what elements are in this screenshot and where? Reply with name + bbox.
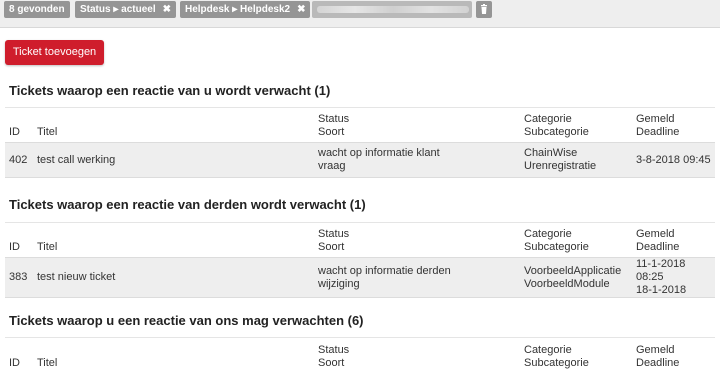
ticket-status-kind: wacht op informatie klant vraag xyxy=(318,147,440,172)
status-filter-label: Status ▸ actueel xyxy=(80,4,156,15)
tickets-table-awaiting-you: ID Titel Status Soort Categorie Subcategor… xyxy=(5,107,715,178)
blurred-filter-chip[interactable] xyxy=(312,1,472,18)
table-header-row: ID Titel Status Soort Categorie Subcategor… xyxy=(5,222,715,258)
col-header-status-kind[interactable]: Status Soort xyxy=(314,108,520,143)
col-header-dates[interactable]: Gemeld Deadline xyxy=(632,223,715,258)
tickets-table-awaiting-us: ID Titel Status Soort Categorie Subcategor… xyxy=(5,337,715,373)
ticket-category: ChainWise Urenregistratie xyxy=(524,147,597,172)
table-row[interactable]: 402 test call werking wacht op informati… xyxy=(5,142,715,178)
section-title-awaiting-you: Tickets waarop een reactie van u wordt v… xyxy=(9,83,331,98)
col-header-category[interactable]: Categorie Subcategorie xyxy=(520,223,632,258)
status-filter-chip[interactable]: Status ▸ actueel ✖ xyxy=(75,1,176,18)
ticket-dates: 11-1-2018 08:25 18-1-2018 xyxy=(636,258,687,296)
ticket-category: VoorbeeldApplicatie VoorbeeldModule xyxy=(524,264,622,290)
col-header-title[interactable]: Titel xyxy=(33,108,314,143)
blurred-text xyxy=(317,6,469,13)
ticket-title[interactable]: test nieuw ticket xyxy=(33,258,314,298)
ticket-title[interactable]: test call werking xyxy=(33,143,314,178)
ticket-dates: 3-8-2018 09:45 xyxy=(636,153,711,166)
results-count-chip: 8 gevonden xyxy=(4,1,70,18)
col-header-status-kind[interactable]: Status Soort xyxy=(314,223,520,258)
results-count-label: 8 gevonden xyxy=(9,4,65,15)
add-ticket-button[interactable]: Ticket toevoegen xyxy=(5,40,104,65)
ticket-status-kind: wacht op informatie derden wijziging xyxy=(318,264,451,290)
close-icon[interactable]: ✖ xyxy=(163,4,171,15)
section-title-awaiting-third-party: Tickets waarop een reactie van derden wo… xyxy=(9,197,366,212)
ticket-id: 383 xyxy=(9,271,28,283)
helpdesk-filter-chip[interactable]: Helpdesk ▸ Helpdesk2 ✖ xyxy=(180,1,311,18)
tickets-table-awaiting-third-party: ID Titel Status Soort Categorie Subcategor… xyxy=(5,222,715,298)
filter-bar: 8 gevonden Status ▸ actueel ✖ Helpdesk ▸ … xyxy=(0,0,720,28)
ticket-id: 402 xyxy=(9,153,28,166)
col-header-id[interactable]: ID xyxy=(5,338,33,373)
col-header-dates[interactable]: Gemeld Deadline xyxy=(632,338,715,373)
table-header-row: ID Titel Status Soort Categorie Subcategor… xyxy=(5,337,715,373)
helpdesk-filter-label: Helpdesk ▸ Helpdesk2 xyxy=(185,4,291,15)
trash-icon[interactable] xyxy=(476,1,492,18)
col-header-dates[interactable]: Gemeld Deadline xyxy=(632,108,715,143)
section-title-awaiting-us: Tickets waarop u een reactie van ons mag… xyxy=(9,313,364,328)
col-header-status-kind[interactable]: Status Soort xyxy=(314,338,520,373)
col-header-id[interactable]: ID xyxy=(5,108,33,143)
table-header-row: ID Titel Status Soort Categorie Subcategor… xyxy=(5,107,715,143)
col-header-title[interactable]: Titel xyxy=(33,338,314,373)
col-header-title[interactable]: Titel xyxy=(33,223,314,258)
close-icon[interactable]: ✖ xyxy=(297,4,305,15)
col-header-id[interactable]: ID xyxy=(5,223,33,258)
table-row[interactable]: 383 test nieuw ticket wacht op informati… xyxy=(5,257,715,298)
col-header-category[interactable]: Categorie Subcategorie xyxy=(520,108,632,143)
col-header-category[interactable]: Categorie Subcategorie xyxy=(520,338,632,373)
